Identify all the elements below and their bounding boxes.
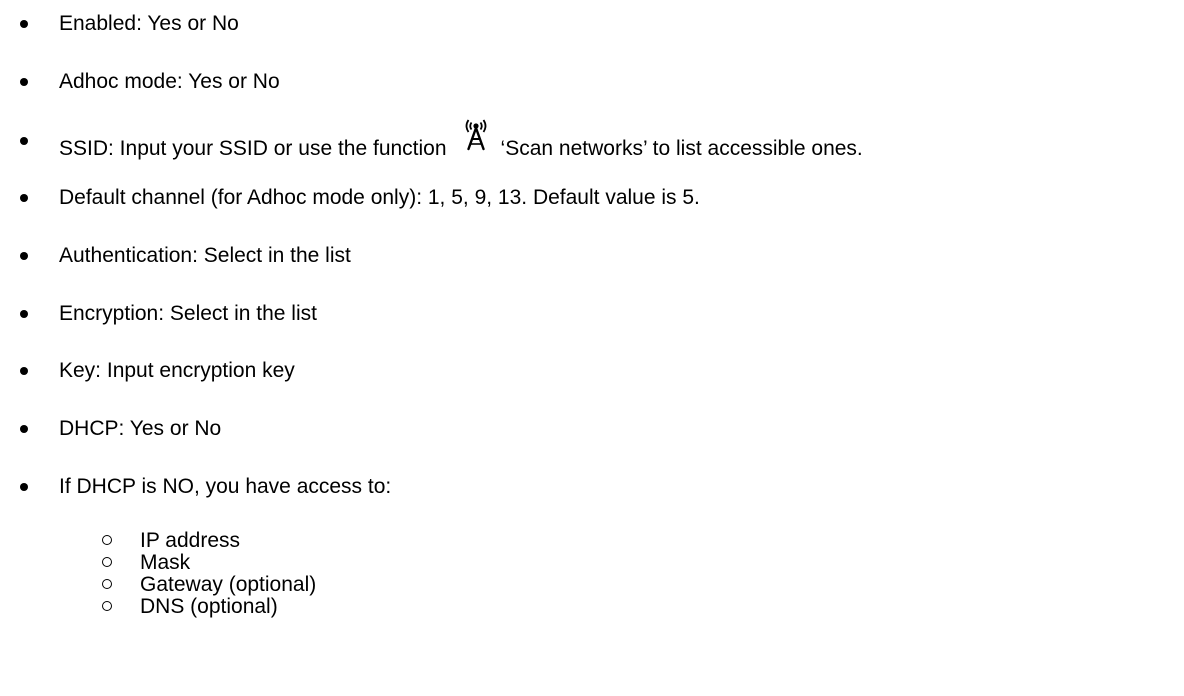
sub-item-text: Gateway (optional) <box>140 573 317 596</box>
list-item-dhcp-no: If DHCP is NO, you have access to: <box>0 473 1184 501</box>
sub-item-gateway: Gateway (optional) <box>0 574 1184 596</box>
list-item-text: Default channel (for Adhoc mode only): 1… <box>59 186 700 209</box>
list-item-text: If DHCP is NO, you have access to: <box>59 475 392 498</box>
sub-item-ip-address: IP address <box>0 530 1184 552</box>
list-item-text: DHCP: Yes or No <box>59 417 222 440</box>
circle-bullet <box>102 601 112 611</box>
list-item-text: Enabled: Yes or No <box>59 12 239 35</box>
ssid-text-after: ‘Scan networks’ to list accessible ones. <box>500 137 863 160</box>
bullet-dot <box>20 137 28 145</box>
sub-item-text: DNS (optional) <box>140 595 278 618</box>
circle-bullet <box>102 557 112 567</box>
circle-bullet <box>102 579 112 589</box>
sub-item-text: IP address <box>140 529 241 552</box>
list-item-text: Authentication: Select in the list <box>59 244 351 267</box>
document-page: Enabled: Yes or No Adhoc mode: Yes or No… <box>0 0 1184 696</box>
list-item-text: Adhoc mode: Yes or No <box>59 70 280 93</box>
list-item-adhoc-mode: Adhoc mode: Yes or No <box>0 68 1184 96</box>
sub-item-dns: DNS (optional) <box>0 596 1184 618</box>
list-item-text: Key: Input encryption key <box>59 359 295 382</box>
bullet-dot <box>20 425 28 433</box>
list-item-key: Key: Input encryption key <box>0 357 1184 385</box>
bullet-dot <box>20 194 28 202</box>
list-item-text: Encryption: Select in the list <box>59 302 317 325</box>
bullet-dot <box>20 20 28 28</box>
list-item-authentication: Authentication: Select in the list <box>0 242 1184 270</box>
ssid-text-before: SSID: Input your SSID or use the functio… <box>59 137 447 160</box>
bullet-dot <box>20 78 28 86</box>
list-item-encryption: Encryption: Select in the list <box>0 300 1184 328</box>
antenna-icon <box>461 117 491 151</box>
sub-item-text: Mask <box>140 551 191 574</box>
list-item-enabled: Enabled: Yes or No <box>0 10 1184 38</box>
bullet-dot <box>20 483 28 491</box>
list-item-dhcp: DHCP: Yes or No <box>0 415 1184 443</box>
list-item-ssid: SSID: Input your SSID or use the functio… <box>0 119 1184 160</box>
bullet-dot <box>20 310 28 318</box>
bullet-dot <box>20 252 28 260</box>
sub-item-mask: Mask <box>0 552 1184 574</box>
circle-bullet <box>102 535 112 545</box>
list-item-default-channel: Default channel (for Adhoc mode only): 1… <box>0 184 1184 212</box>
bullet-dot <box>20 367 28 375</box>
list-item-text: SSID: Input your SSID or use the functio… <box>59 119 863 163</box>
